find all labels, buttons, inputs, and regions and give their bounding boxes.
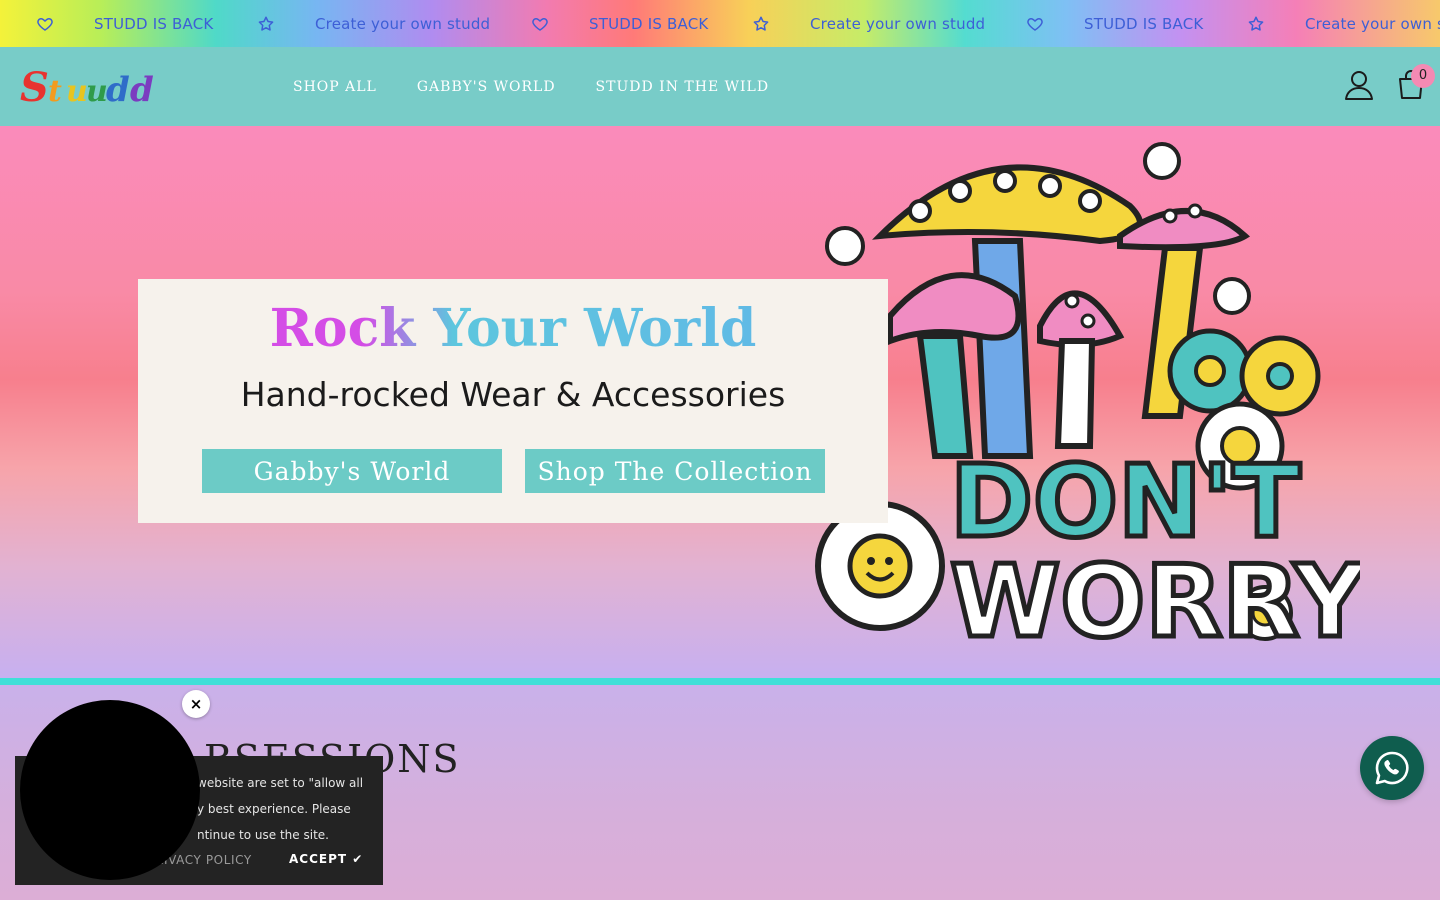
hero-title: Rock Your World — [138, 297, 888, 361]
announcement-item[interactable]: Create your own s — [1247, 0, 1440, 47]
heart-icon — [1027, 17, 1043, 31]
announcement-text: Create your own studd — [315, 14, 491, 33]
svg-text:u: u — [86, 74, 108, 109]
svg-text:t: t — [48, 74, 62, 109]
announcement-item[interactable]: STUDD IS BACK — [531, 0, 708, 47]
main-nav: SHOP ALL GABBY'S WORLD STUDD IN THE WILD — [293, 47, 769, 126]
heart-icon — [532, 17, 548, 31]
gabbys-world-button[interactable]: Gabby's World — [202, 449, 502, 493]
heart-icon — [37, 17, 53, 31]
announcement-text: Create your own s — [1305, 14, 1440, 33]
star-icon — [258, 16, 274, 31]
svg-text:WORRY: WORRY — [950, 543, 1360, 660]
announcement-text: STUDD IS BACK — [589, 14, 709, 33]
hero-divider — [0, 678, 1440, 685]
svg-text:u: u — [66, 74, 88, 109]
star-icon — [753, 16, 769, 31]
star-icon — [1248, 16, 1264, 31]
whatsapp-button[interactable] — [1360, 736, 1424, 800]
shop-collection-button[interactable]: Shop The Collection — [525, 449, 825, 493]
announcement-item[interactable]: STUDD IS BACK — [1026, 0, 1203, 47]
svg-text:d: d — [130, 70, 154, 110]
hero-card: Rock Your World Hand-rocked Wear & Acces… — [138, 279, 888, 523]
site-header: S t u u d d SHOP ALL GABBY'S WORLD STUDD… — [0, 47, 1440, 126]
announcement-bar: STUDD IS BACK Create your own studd STUD… — [0, 0, 1440, 47]
account-icon[interactable] — [1344, 69, 1374, 101]
nav-shop-all[interactable]: SHOP ALL — [293, 79, 377, 95]
video-bubble[interactable] — [20, 700, 200, 880]
announcement-text: STUDD IS BACK — [94, 14, 214, 33]
svg-text:S: S — [20, 64, 49, 111]
hero-subtitle: Hand-rocked Wear & Accessories — [240, 375, 786, 414]
whatsapp-icon — [1375, 751, 1409, 785]
close-icon[interactable]: × — [182, 690, 210, 718]
studd-logo[interactable]: S t u u d d — [20, 61, 162, 111]
nav-studd-in-the-wild[interactable]: STUDD IN THE WILD — [596, 79, 770, 95]
announcement-text: STUDD IS BACK — [1084, 14, 1204, 33]
cart-count-badge: 0 — [1411, 64, 1435, 88]
announcement-item[interactable]: STUDD IS BACK — [36, 0, 213, 47]
announcement-item[interactable]: Create your own studd — [752, 0, 985, 47]
announcement-item[interactable]: Create your own studd — [257, 0, 490, 47]
svg-text:d: d — [106, 70, 130, 110]
accept-cookies-button[interactable]: ACCEPT ✔ — [289, 852, 363, 866]
nav-gabbys-world[interactable]: GABBY'S WORLD — [417, 79, 556, 95]
announcement-text: Create your own studd — [810, 14, 986, 33]
